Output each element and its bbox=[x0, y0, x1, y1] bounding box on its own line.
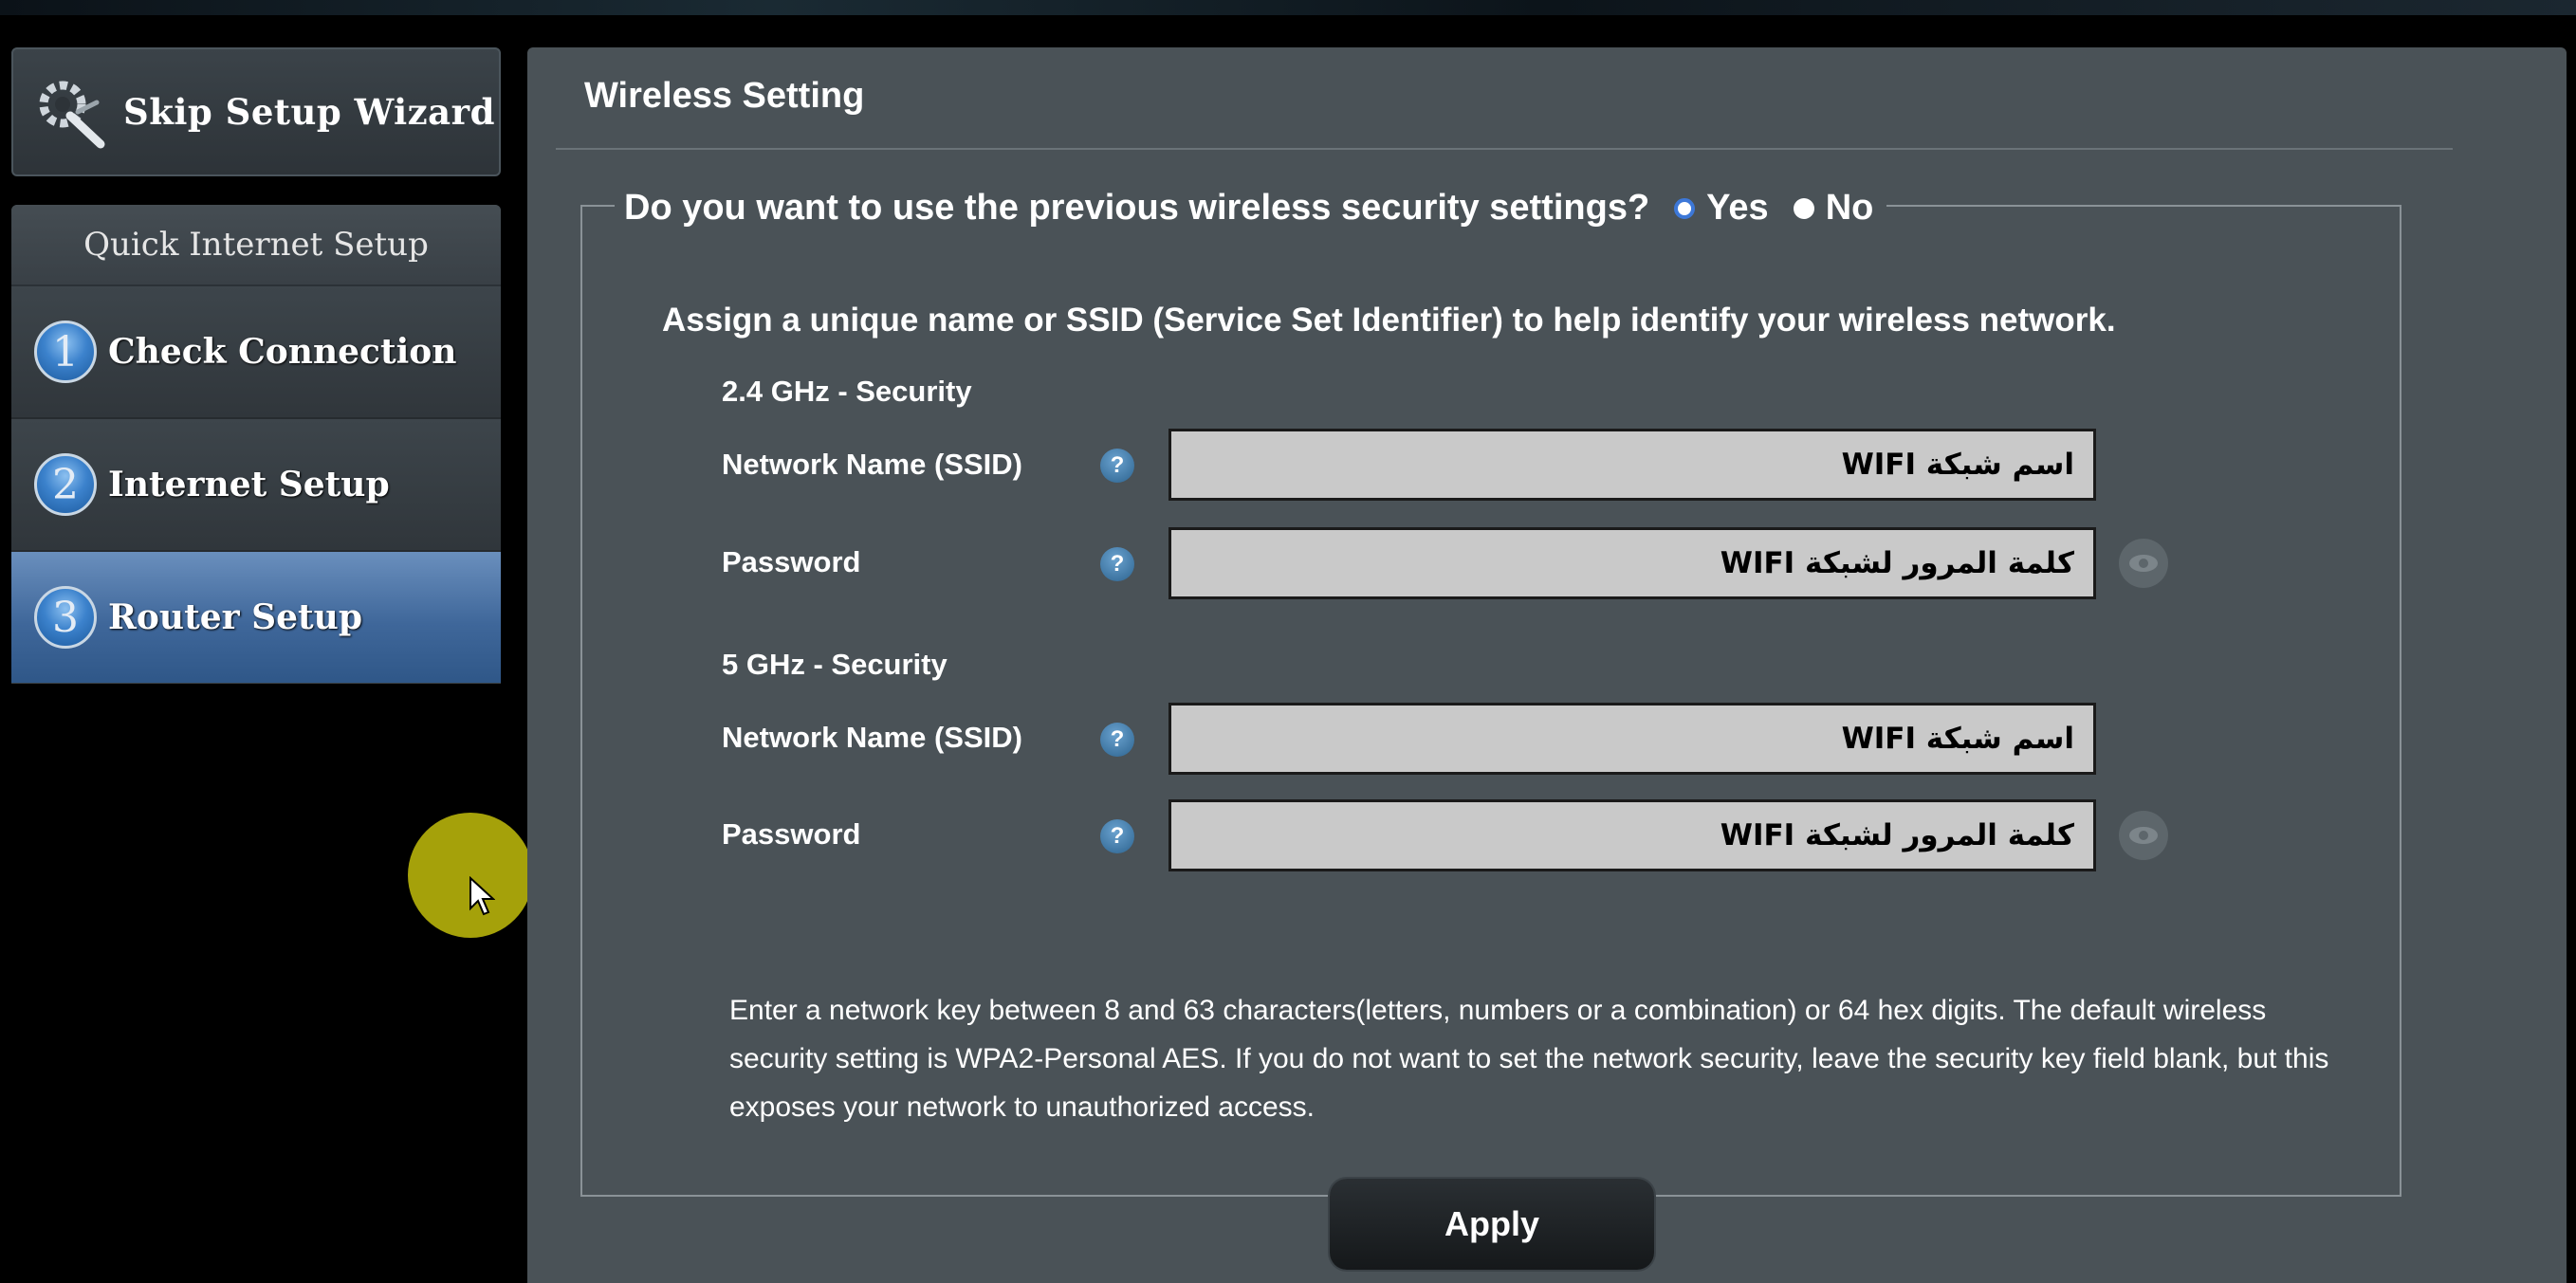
password-24-input[interactable] bbox=[1168, 527, 2096, 599]
ssid-5-label: Network Name (SSID) bbox=[722, 721, 1022, 754]
help-icon[interactable]: ? bbox=[1100, 723, 1134, 757]
step-internet-setup[interactable]: 2 Internet Setup bbox=[11, 419, 501, 552]
step-label: Router Setup bbox=[108, 597, 363, 637]
password-5-input[interactable] bbox=[1168, 799, 2096, 871]
no-radio-label[interactable]: No bbox=[1826, 188, 1874, 229]
skip-setup-wizard-button[interactable]: Skip Setup Wizard bbox=[11, 47, 501, 176]
apply-button[interactable]: Apply bbox=[1330, 1179, 1654, 1270]
wizard-tools-icon bbox=[39, 81, 105, 149]
help-icon[interactable]: ? bbox=[1100, 819, 1134, 853]
password-24-label: Password bbox=[722, 545, 861, 578]
ssid-24-input[interactable] bbox=[1168, 429, 2096, 501]
qis-title: Quick Internet Setup bbox=[11, 205, 501, 286]
skip-setup-wizard-label: Skip Setup Wizard bbox=[123, 91, 495, 133]
cursor-highlight bbox=[408, 813, 533, 938]
band-5-title: 5 GHz - Security bbox=[722, 648, 948, 681]
step-number-3-icon: 3 bbox=[34, 586, 97, 649]
step-number-2-icon: 2 bbox=[34, 453, 97, 516]
no-radio[interactable] bbox=[1793, 197, 1814, 219]
ssid-5-input[interactable] bbox=[1168, 703, 2096, 775]
wireless-setting-panel: Wireless Setting Do you want to use the … bbox=[527, 47, 2567, 1283]
previous-settings-question: Do you want to use the previous wireless… bbox=[615, 188, 1887, 229]
mouse-pointer-icon bbox=[469, 876, 495, 916]
password-5-label: Password bbox=[722, 817, 861, 851]
help-icon[interactable]: ? bbox=[1100, 547, 1134, 581]
ssid-instruction: Assign a unique name or SSID (Service Se… bbox=[662, 302, 2116, 339]
yes-radio[interactable] bbox=[1674, 197, 1696, 219]
page-title: Wireless Setting bbox=[584, 76, 865, 116]
ssid-24-label: Network Name (SSID) bbox=[722, 448, 1022, 481]
step-router-setup[interactable]: 3 Router Setup bbox=[11, 552, 501, 683]
step-number-1-icon: 1 bbox=[34, 321, 97, 383]
band-24-title: 2.4 GHz - Security bbox=[722, 375, 972, 408]
step-label: Internet Setup bbox=[108, 465, 390, 504]
title-divider bbox=[556, 148, 2453, 150]
security-key-note: Enter a network key between 8 and 63 cha… bbox=[729, 995, 2329, 1123]
step-label: Check Connection bbox=[108, 332, 457, 372]
help-icon[interactable]: ? bbox=[1100, 449, 1134, 483]
show-password-eye-icon[interactable] bbox=[2119, 539, 2168, 588]
top-banner bbox=[0, 0, 2576, 15]
question-label: Do you want to use the previous wireless… bbox=[624, 188, 1650, 228]
yes-radio-label[interactable]: Yes bbox=[1706, 188, 1769, 229]
show-password-eye-icon[interactable] bbox=[2119, 811, 2168, 860]
step-check-connection[interactable]: 1 Check Connection bbox=[11, 286, 501, 419]
quick-internet-setup-menu: Quick Internet Setup 1 Check Connection … bbox=[11, 205, 501, 684]
